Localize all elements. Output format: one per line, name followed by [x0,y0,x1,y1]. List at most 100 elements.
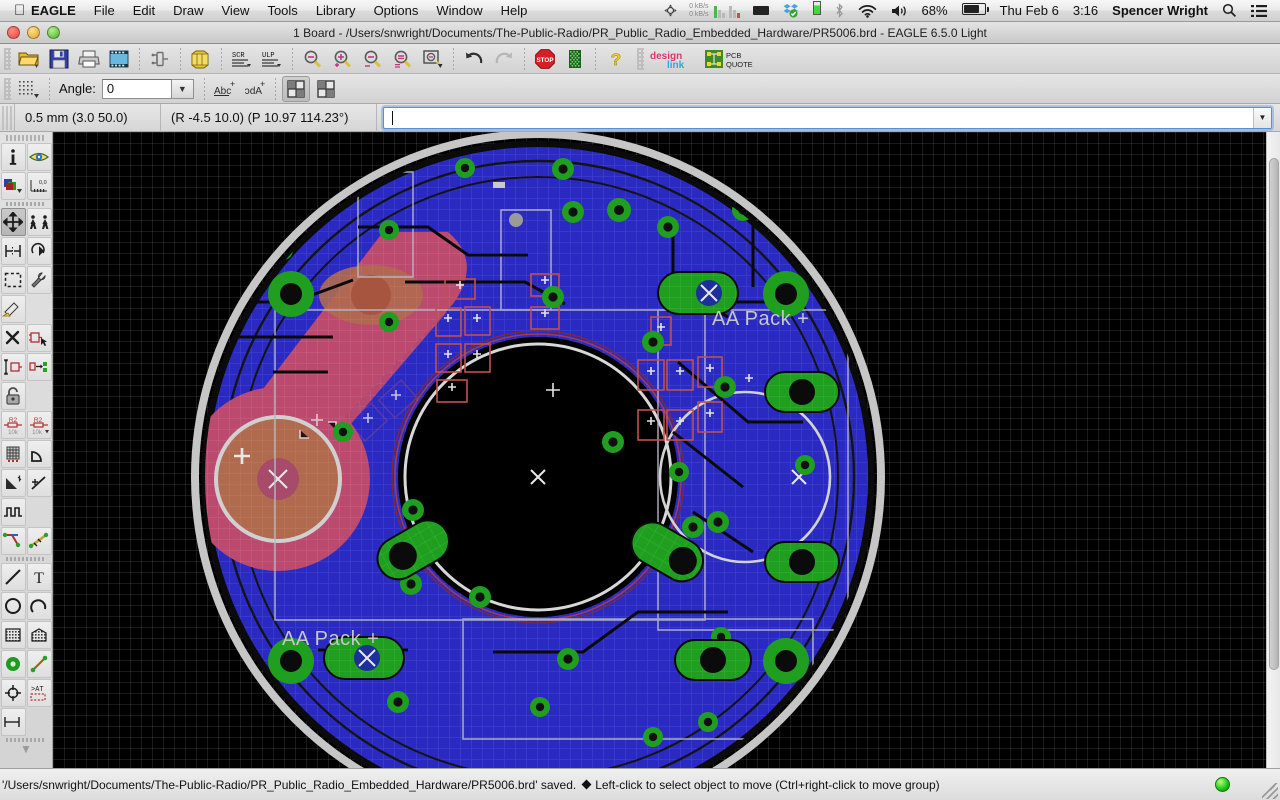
mirror-icon[interactable] [26,208,52,236]
volume-icon[interactable] [884,4,915,18]
show-icon[interactable] [26,143,52,171]
wire-icon[interactable] [0,563,26,591]
coordbar-grip[interactable] [2,105,12,130]
info-icon[interactable] [0,143,26,171]
redo-icon[interactable] [490,46,518,72]
toolbar-grip[interactable] [637,47,644,70]
os-menu-window[interactable]: Window [427,0,491,22]
ratsnest-icon[interactable] [561,46,589,72]
os-menu-file[interactable]: File [85,0,124,22]
board-canvas[interactable]: AA Pack + AA Pack + [53,132,1280,768]
help-icon[interactable]: ? [602,46,630,72]
os-menu-edit[interactable]: Edit [124,0,164,22]
memory-gauge-icon[interactable] [806,0,828,22]
spotlight-search-icon[interactable] [1215,3,1244,18]
arc-icon[interactable] [26,592,52,620]
notification-center-icon[interactable] [1244,4,1274,18]
zoom-fit-icon[interactable] [299,46,327,72]
layer-view-top-icon[interactable] [281,75,310,102]
save-icon[interactable] [45,46,73,72]
attribute-icon[interactable]: >AT [26,679,52,707]
design-link-icon[interactable]: design link [648,46,702,72]
route-icon[interactable] [0,527,26,555]
pinswap-icon[interactable] [0,353,26,381]
zoom-in-icon[interactable] [329,46,357,72]
rotate-icon[interactable] [26,237,52,265]
chevron-double-down-icon[interactable]: ▼ [0,743,52,755]
dropbox-icon[interactable] [776,3,806,18]
change-icon[interactable] [26,266,52,294]
hole-icon[interactable] [0,679,26,707]
window-zoom-button[interactable] [47,26,60,39]
text-icon[interactable]: T [26,563,52,591]
delete-icon[interactable] [0,324,26,352]
scrollbar-thumb[interactable] [1269,158,1279,670]
open-icon[interactable] [15,46,43,72]
pcb-quote-icon[interactable]: PCB QUOTE [704,46,762,72]
name-icon[interactable]: R2 10k [0,411,26,439]
palette-grip[interactable] [6,135,46,141]
move-icon[interactable] [0,208,26,236]
vertical-scrollbar[interactable] [1266,132,1280,768]
window-close-button[interactable] [7,26,20,39]
optimize-icon[interactable] [26,469,52,497]
undo-icon[interactable] [460,46,488,72]
menubar-user[interactable]: Spencer Wright [1105,0,1215,22]
mark-icon[interactable]: 0,0 [26,172,52,200]
text-orientation-icon[interactable]: Abc + [211,76,239,102]
os-menu-view[interactable]: View [213,0,259,22]
smash-icon[interactable] [0,440,26,468]
rectangle-icon[interactable] [0,621,26,649]
pcb-viewport[interactable]: AA Pack + AA Pack + [53,132,1266,768]
stop-icon[interactable]: STOP [531,46,559,72]
os-menu-tools[interactable]: Tools [258,0,306,22]
spaces-icon[interactable] [658,3,683,18]
angle-dropdown-arrow[interactable]: ▼ [171,78,194,99]
zoom-select-icon[interactable] [419,46,447,72]
script-icon[interactable]: SCR [228,46,256,72]
angle-input[interactable] [101,78,172,99]
apple-icon[interactable]:  [6,1,25,21]
library-icon[interactable] [187,46,215,72]
window-minimize-button[interactable] [27,26,40,39]
ripup-icon[interactable] [26,527,52,555]
network-monitor-icon[interactable]: 0 kB/s 0 kB/s [683,3,745,19]
layer-view-bottom-icon[interactable] [312,76,340,102]
os-menu-options[interactable]: Options [365,0,428,22]
schematic-icon[interactable] [146,46,174,72]
value-icon[interactable]: R2 10k [26,411,52,439]
menubar-time[interactable]: 3:16 [1066,0,1105,22]
lock-icon[interactable] [0,382,26,410]
chevron-down-icon[interactable]: ▼ [1253,107,1271,128]
command-input[interactable]: ▼ [383,106,1272,129]
text-mirror-icon[interactable]: Abc + [241,76,269,102]
signal-icon[interactable] [26,650,52,678]
bluetooth-icon[interactable] [828,3,851,18]
split-icon[interactable] [0,469,26,497]
battery-icon[interactable] [955,0,993,22]
wifi-icon[interactable] [851,4,884,18]
menubar-date[interactable]: Thu Feb 6 [993,0,1066,22]
toolbar-grip[interactable] [4,77,11,100]
group-icon[interactable] [0,266,26,294]
cam-processor-icon[interactable] [105,46,133,72]
grid-icon[interactable] [15,76,43,102]
meander-icon[interactable] [0,498,26,526]
paste-icon[interactable] [0,295,26,323]
via-icon[interactable] [0,650,26,678]
os-menu-draw[interactable]: Draw [164,0,212,22]
window-resize-grip[interactable] [1262,783,1278,799]
toolbar-grip[interactable] [4,47,11,70]
ulp-icon[interactable]: ULP [258,46,286,72]
display-layers-icon[interactable] [0,172,26,200]
os-menu-eagle[interactable]: EAGLE [22,0,85,22]
zoom-out-icon[interactable] [359,46,387,72]
zoom-redraw-icon[interactable] [389,46,417,72]
battery-percent[interactable]: 68% [915,0,955,22]
copy-icon[interactable] [0,237,26,265]
print-icon[interactable] [75,46,103,72]
circle-icon[interactable] [0,592,26,620]
add-part-icon[interactable] [26,324,52,352]
miter-icon[interactable] [26,440,52,468]
os-menu-help[interactable]: Help [492,0,537,22]
